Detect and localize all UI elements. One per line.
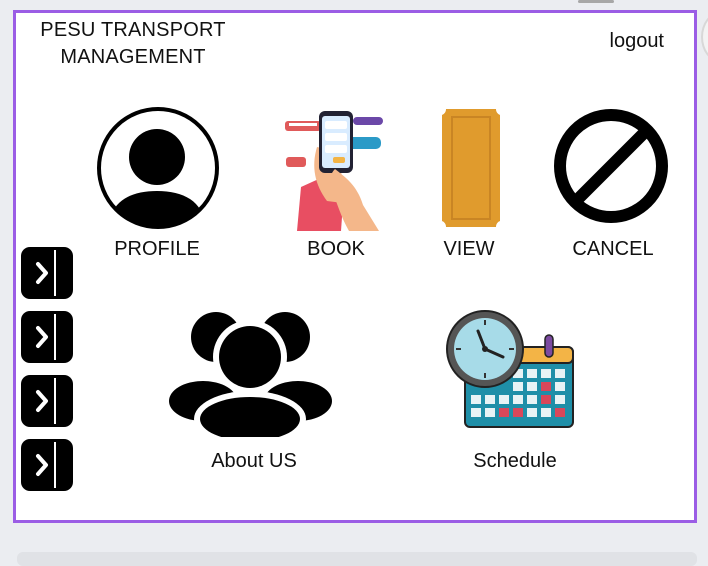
clock-calendar-icon [446,310,574,428]
side-nav-button-2[interactable] [21,311,73,363]
scrollbar-thumb[interactable] [578,0,614,3]
app-title: PESU TRANSPORT MANAGEMENT [33,17,233,71]
side-nav-button-3[interactable] [21,375,73,427]
chevron-right-icon [36,262,48,284]
app-title-line-2: MANAGEMENT [60,46,206,68]
logout-link[interactable]: logout [610,30,665,53]
book-tile[interactable] [283,107,388,231]
side-nav-divider [54,250,56,296]
prohibited-icon [554,109,668,223]
chevron-right-icon [36,326,48,348]
about-label[interactable]: About US [211,450,297,473]
side-nav-button-4[interactable] [21,439,73,491]
booking-phone-illustration-icon [285,111,383,231]
profile-label[interactable]: PROFILE [114,238,200,261]
profile-tile[interactable] [94,105,222,233]
side-nav-divider [54,442,56,488]
view-tile[interactable] [442,109,500,227]
chevron-right-icon [36,454,48,476]
schedule-label[interactable]: Schedule [473,450,556,473]
side-nav-divider [54,314,56,360]
ticket-icon [442,109,500,227]
cancel-label[interactable]: CANCEL [572,238,653,261]
side-nav-button-1[interactable] [21,247,73,299]
edge-control [701,12,708,62]
side-nav-divider [54,378,56,424]
main-panel: PESU TRANSPORT MANAGEMENT logout PROFILE [13,10,697,523]
app-title-line-1: PESU TRANSPORT [40,19,226,41]
chevron-right-icon [36,390,48,412]
about-tile[interactable] [168,307,333,447]
team-icon [169,312,332,447]
cancel-tile[interactable] [552,107,670,225]
bottom-panel [17,552,697,566]
schedule-tile[interactable] [445,309,579,431]
user-avatar-icon [97,107,219,229]
book-label[interactable]: BOOK [307,238,365,261]
view-label[interactable]: VIEW [443,238,494,261]
